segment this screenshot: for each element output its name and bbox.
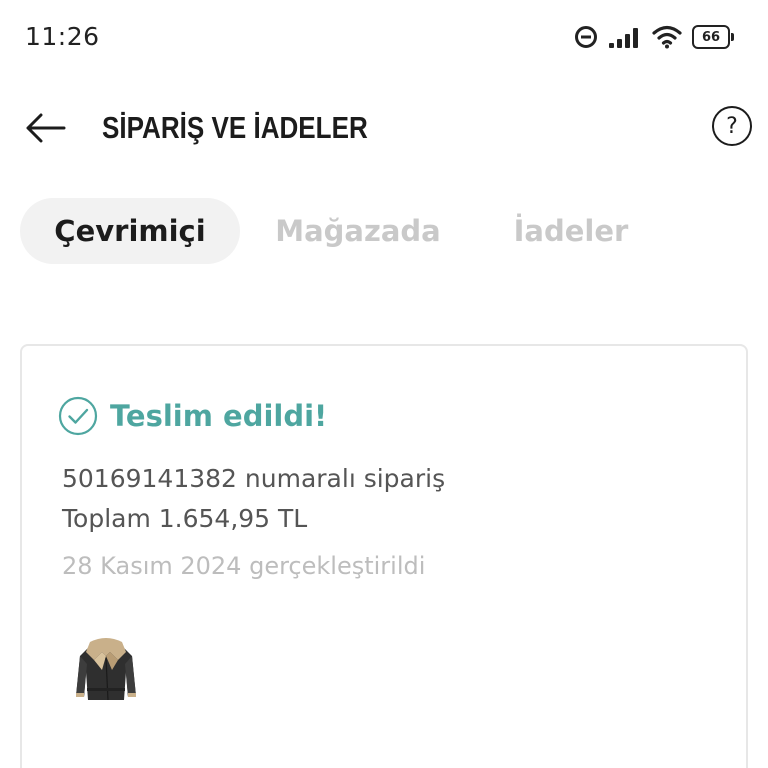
order-total: Toplam 1.654,95 TL — [62, 504, 308, 533]
order-card[interactable]: Teslim edildi! 50169141382 numaralı sipa… — [20, 344, 748, 768]
back-button[interactable] — [22, 108, 68, 148]
battery-icon: 66 — [692, 25, 734, 49]
wifi-icon — [652, 25, 682, 49]
help-button[interactable]: ? — [712, 106, 752, 146]
help-icon: ? — [726, 113, 738, 139]
status-icons: 66 — [574, 22, 734, 52]
order-tabs: Çevrimiçi Mağazada İadeler — [20, 198, 666, 264]
status-time: 11:26 — [25, 22, 100, 51]
status-bar: 11:26 66 — [0, 0, 768, 74]
jacket-thumbnail[interactable] — [68, 630, 144, 706]
battery-level: 66 — [701, 29, 721, 45]
do-not-disturb-icon — [575, 26, 597, 48]
order-status: Teslim edildi! — [110, 399, 328, 433]
tab-returns[interactable]: İadeler — [476, 198, 666, 264]
page-title: SİPARİŞ VE İADELER — [102, 110, 368, 145]
arrow-left-icon — [26, 113, 66, 143]
signal-icon — [609, 28, 638, 48]
tab-online[interactable]: Çevrimiçi — [20, 198, 240, 264]
order-status-row: Teslim edildi! — [58, 396, 327, 436]
tab-in-store[interactable]: Mağazada — [240, 198, 476, 264]
check-circle-icon — [58, 396, 98, 436]
app-header: SİPARİŞ VE İADELER ? — [0, 96, 768, 160]
order-number: 50169141382 numaralı sipariş — [62, 464, 446, 493]
order-date: 28 Kasım 2024 gerçekleştirildi — [62, 552, 426, 580]
